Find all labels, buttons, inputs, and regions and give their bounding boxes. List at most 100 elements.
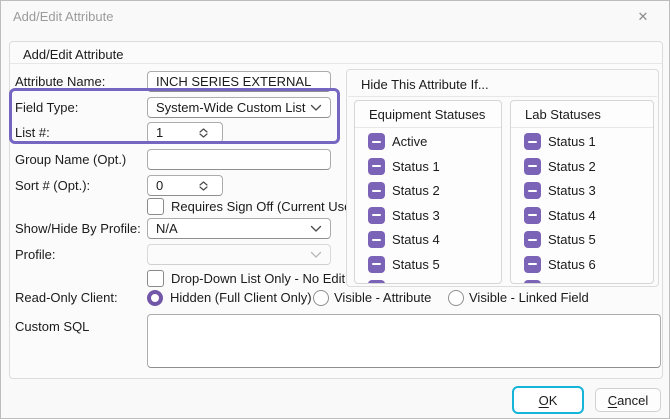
status-list-item[interactable]: Status 1	[368, 158, 501, 175]
requires-sign-off-checkbox[interactable]	[147, 198, 164, 215]
status-list-item[interactable]: Status 2	[524, 158, 653, 175]
radio-hidden-full-client-label: Hidden (Full Client Only)	[170, 290, 312, 306]
status-list-item[interactable]: Status 3	[368, 207, 501, 224]
sort-number-label: Sort # (Opt.):	[15, 175, 90, 196]
sort-number-spinner[interactable]: 0	[147, 175, 223, 196]
status-label: Status 5	[392, 257, 440, 272]
status-label: Status 7	[548, 281, 596, 284]
status-list-item[interactable]: Status 1	[524, 133, 653, 150]
indeterminate-dash-icon	[372, 141, 381, 143]
indeterminate-dash-icon	[372, 165, 381, 167]
status-list-item[interactable]: Status 3	[524, 182, 653, 199]
radio-visible-attribute[interactable]	[313, 290, 329, 306]
show-hide-by-profile-label: Show/Hide By Profile:	[15, 218, 141, 239]
lab-status-list: Status 1 Status 2 Status 3 Status 4 Status 5…	[511, 128, 653, 284]
close-icon[interactable]: ✕	[633, 7, 653, 27]
spinner-updown-icon[interactable]	[199, 128, 208, 138]
status-list-item[interactable]: Status 5	[368, 256, 501, 273]
status-list-item[interactable]: Status 4	[368, 231, 501, 248]
status-label: Status 3	[548, 183, 596, 198]
status-checkbox-indeterminate[interactable]	[368, 182, 385, 199]
radio-visible-linked-field-label: Visible - Linked Field	[469, 290, 589, 306]
indeterminate-dash-icon	[528, 165, 537, 167]
status-checkbox-indeterminate[interactable]	[524, 280, 541, 284]
hide-attribute-panel: Hide This Attribute If... Equipment Stat…	[346, 69, 659, 287]
indeterminate-dash-icon	[372, 214, 381, 216]
field-type-dropdown[interactable]: System-Wide Custom List	[147, 97, 331, 118]
field-type-label: Field Type:	[15, 97, 78, 118]
list-number-value: 1	[156, 125, 163, 140]
status-list-item[interactable]: Active	[368, 133, 501, 150]
status-checkbox-indeterminate[interactable]	[368, 280, 385, 284]
status-label: Status 4	[392, 232, 440, 247]
chevron-down-icon	[310, 251, 322, 259]
status-label: Status 3	[392, 208, 440, 223]
add-edit-attribute-dialog: Add/Edit Attribute ✕ Add/Edit Attribute …	[0, 0, 670, 419]
show-hide-by-profile-dropdown[interactable]: N/A	[147, 218, 331, 239]
status-checkbox-indeterminate[interactable]	[368, 158, 385, 175]
equipment-statuses-box: Equipment Statuses Active Status 1 Status …	[354, 100, 502, 284]
hide-attribute-panel-title: Hide This Attribute If...	[361, 77, 489, 92]
status-label: Status 2	[548, 159, 596, 174]
status-list-item[interactable]: Status 2	[368, 182, 501, 199]
status-checkbox-indeterminate[interactable]	[524, 158, 541, 175]
attribute-name-value: INCH SERIES EXTERNAL	[156, 74, 311, 89]
status-checkbox-indeterminate[interactable]	[524, 182, 541, 199]
cancel-button[interactable]: Cancel	[595, 388, 661, 412]
indeterminate-dash-icon	[528, 141, 537, 143]
status-checkbox-indeterminate[interactable]	[524, 256, 541, 273]
form-groupbox-title: Add/Edit Attribute	[23, 47, 123, 62]
status-list-item[interactable]: Status 6	[524, 256, 653, 273]
attribute-name-input[interactable]: INCH SERIES EXTERNAL	[147, 71, 331, 92]
lab-statuses-box: Lab Statuses Status 1Status 2Status 3Sta…	[510, 100, 654, 284]
indeterminate-dash-icon	[528, 190, 537, 192]
radio-hidden-full-client[interactable]	[147, 290, 163, 306]
status-checkbox-indeterminate[interactable]	[368, 133, 385, 150]
field-type-value: System-Wide Custom List	[156, 100, 306, 115]
status-label: Status 2	[392, 183, 440, 198]
status-list-item[interactable]: Status 4	[524, 207, 653, 224]
equipment-statuses-title: Equipment Statuses	[369, 107, 485, 122]
radio-visible-linked-field[interactable]	[448, 290, 464, 306]
indeterminate-dash-icon	[372, 190, 381, 192]
requires-sign-off-label: Requires Sign Off (Current User)	[171, 198, 360, 215]
indeterminate-dash-icon	[528, 214, 537, 216]
status-checkbox-indeterminate[interactable]	[524, 133, 541, 150]
status-checkbox-indeterminate[interactable]	[368, 231, 385, 248]
list-number-label: List #:	[15, 122, 50, 143]
status-checkbox-indeterminate[interactable]	[524, 231, 541, 248]
form-header-divider	[10, 63, 662, 64]
status-list-item[interactable]: Status 5	[524, 231, 653, 248]
chevron-down-icon	[310, 225, 322, 233]
show-hide-by-profile-value: N/A	[156, 221, 178, 236]
read-only-client-label: Read-Only Client:	[15, 290, 118, 306]
indeterminate-dash-icon	[372, 263, 381, 265]
group-name-input[interactable]	[147, 149, 331, 170]
drop-down-only-checkbox[interactable]	[147, 270, 164, 287]
list-number-spinner[interactable]: 1	[147, 122, 223, 143]
chevron-down-icon	[310, 104, 322, 112]
spinner-updown-icon[interactable]	[199, 181, 208, 191]
status-label: Status 4	[548, 208, 596, 223]
status-list-item[interactable]: Status 7	[524, 280, 653, 284]
status-checkbox-indeterminate[interactable]	[368, 207, 385, 224]
ok-button[interactable]: OK	[512, 386, 584, 414]
custom-sql-label: Custom SQL	[15, 316, 89, 337]
hide-panel-header-divider	[348, 96, 657, 97]
profile-label: Profile:	[15, 244, 55, 265]
drop-down-only-label: Drop-Down List Only - No Edit	[171, 270, 345, 287]
group-name-label: Group Name (Opt.)	[15, 149, 126, 170]
status-label: Status 6	[548, 257, 596, 272]
indeterminate-dash-icon	[528, 263, 537, 265]
status-checkbox-indeterminate[interactable]	[524, 207, 541, 224]
status-list-item[interactable]: Status 6	[368, 280, 501, 284]
custom-sql-textarea[interactable]	[147, 314, 661, 368]
status-label: Status 5	[548, 232, 596, 247]
attribute-name-label: Attribute Name:	[15, 71, 105, 92]
window-title: Add/Edit Attribute	[13, 9, 113, 24]
status-label: Status 1	[392, 159, 440, 174]
lab-statuses-title: Lab Statuses	[525, 107, 601, 122]
status-checkbox-indeterminate[interactable]	[368, 256, 385, 273]
status-label: Active	[392, 134, 427, 149]
indeterminate-dash-icon	[528, 239, 537, 241]
